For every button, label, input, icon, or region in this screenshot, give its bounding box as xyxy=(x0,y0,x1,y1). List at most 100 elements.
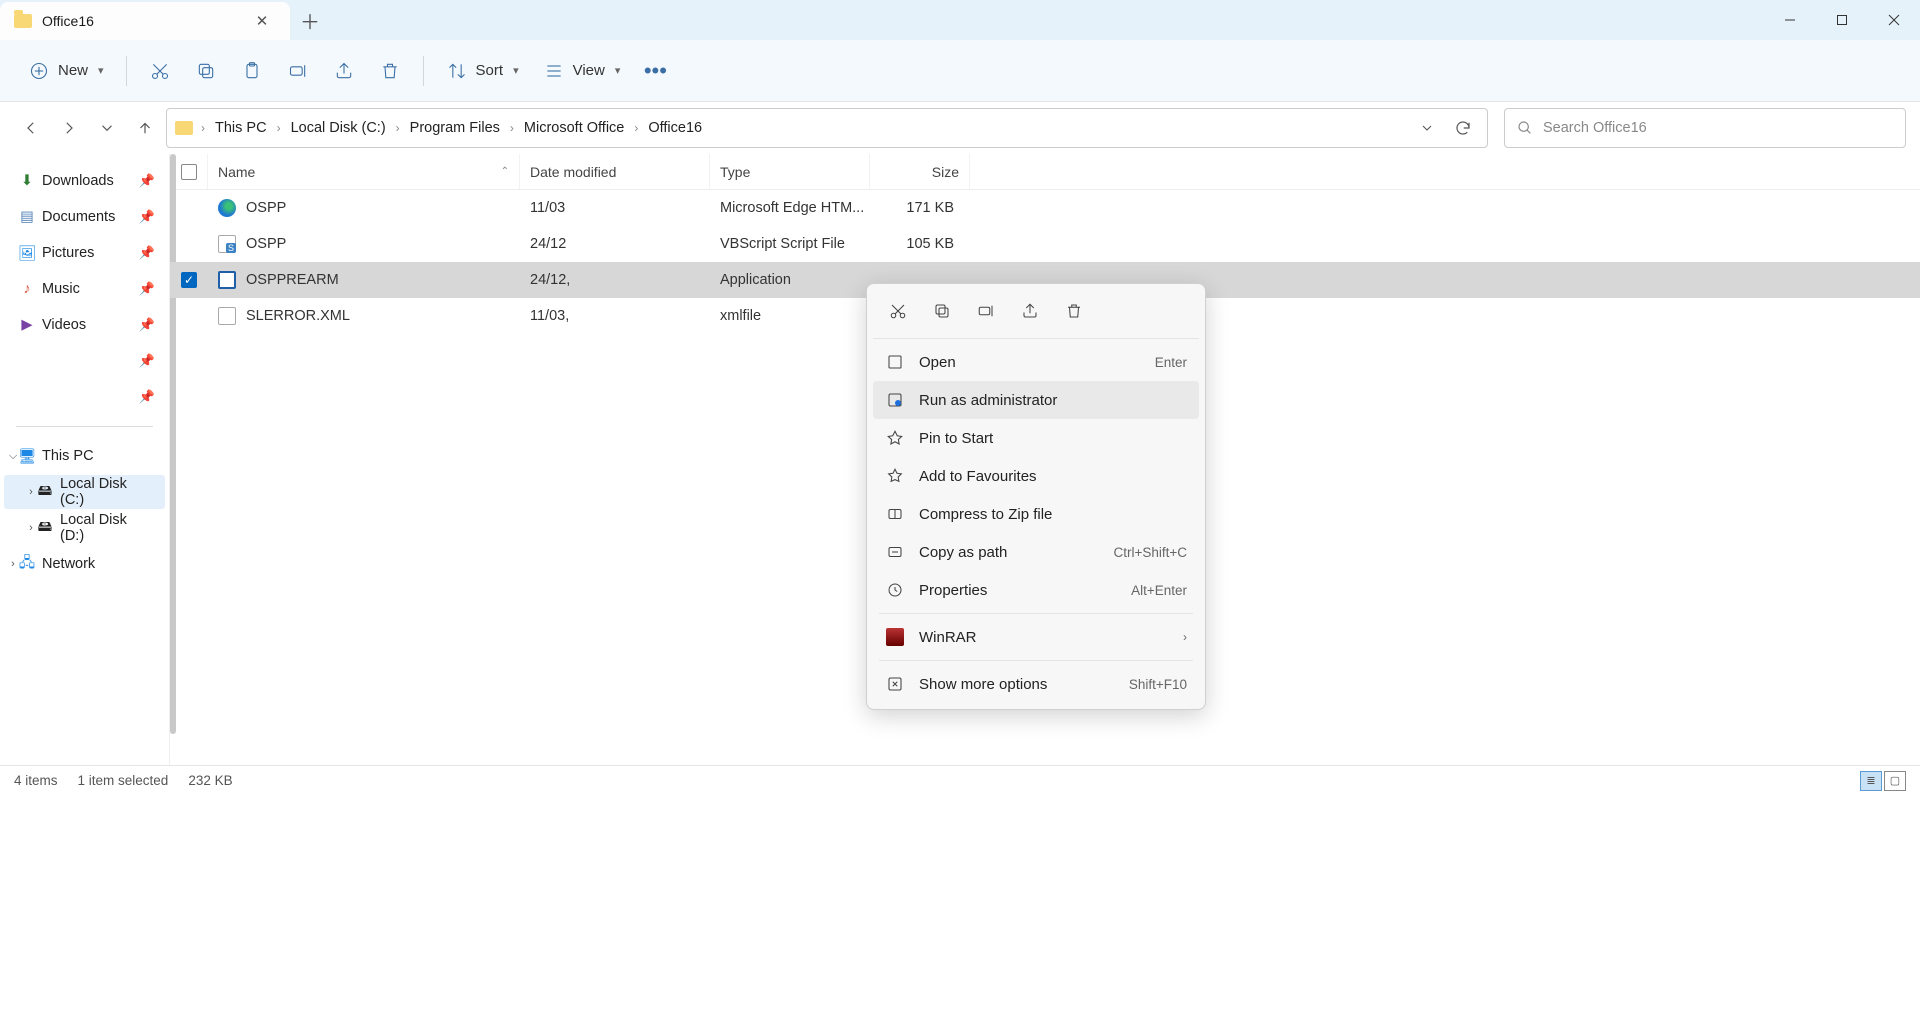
file-row[interactable]: OSPP11/03Microsoft Edge HTM...171 KB xyxy=(170,190,1920,226)
pin-icon xyxy=(885,428,905,448)
column-date[interactable]: Date modified xyxy=(520,154,710,189)
file-row[interactable]: OSPP24/12VBScript Script File105 KB xyxy=(170,226,1920,262)
details-view-button[interactable]: ≣ xyxy=(1860,771,1882,791)
search-icon xyxy=(1517,120,1533,136)
window-tab[interactable]: Office16 ✕ xyxy=(0,2,290,40)
share-button[interactable] xyxy=(323,51,365,91)
breadcrumb[interactable]: Program Files xyxy=(404,116,506,140)
ctx-cut-button[interactable] xyxy=(881,294,915,328)
column-type[interactable]: Type xyxy=(710,154,870,189)
close-button[interactable] xyxy=(1868,0,1920,40)
music-icon: ♪ xyxy=(18,280,36,298)
rename-button[interactable] xyxy=(277,51,319,91)
search-box[interactable] xyxy=(1504,108,1906,148)
thumbnails-view-button[interactable]: ▢ xyxy=(1884,771,1906,791)
sort-button[interactable]: Sort ▾ xyxy=(436,51,529,91)
ctx-item-label: Open xyxy=(919,354,1141,371)
ctx-item-path[interactable]: Copy as pathCtrl+Shift+C xyxy=(873,533,1199,571)
view-button[interactable]: View ▾ xyxy=(533,51,631,91)
breadcrumb[interactable]: This PC xyxy=(209,116,273,140)
up-button[interactable] xyxy=(128,111,162,145)
ctx-item-pin[interactable]: Pin to Start xyxy=(873,419,1199,457)
ctx-rename-button[interactable] xyxy=(969,294,1003,328)
more-icon xyxy=(885,674,905,694)
sort-label: Sort xyxy=(476,62,504,79)
chevron-right-icon: › xyxy=(510,121,514,135)
tab-add-button[interactable]: ＋ xyxy=(290,0,330,40)
pin-icon: 📌 xyxy=(139,209,155,225)
search-input[interactable] xyxy=(1543,120,1893,136)
chevron-down-icon: ▾ xyxy=(513,64,519,77)
context-quick-actions xyxy=(873,290,1199,339)
sidebar-item-downloads[interactable]: ⬇Downloads📌 xyxy=(4,164,165,198)
file-type: Application xyxy=(710,272,870,288)
chevron-down-icon: ▾ xyxy=(98,64,104,77)
sidebar-item-network[interactable]: ›🖧Network xyxy=(4,547,165,581)
cut-button[interactable] xyxy=(139,51,181,91)
winrar-icon xyxy=(885,627,905,647)
ctx-delete-button[interactable] xyxy=(1057,294,1091,328)
status-selected: 1 item selected xyxy=(78,773,169,788)
column-name[interactable]: Name⌃ xyxy=(208,154,520,189)
tab-close-button[interactable]: ✕ xyxy=(248,7,276,35)
back-button[interactable] xyxy=(14,111,48,145)
ctx-item-shield[interactable]: Run as administrator xyxy=(873,381,1199,419)
pin-icon: 📌 xyxy=(139,353,155,369)
file-date: 24/12 xyxy=(520,236,710,252)
network-icon: 🖧 xyxy=(18,555,36,573)
pin-icon: 📌 xyxy=(139,173,155,189)
breadcrumb[interactable]: Microsoft Office xyxy=(518,116,630,140)
more-button[interactable]: ••• xyxy=(634,51,676,91)
chevron-right-icon: › xyxy=(277,121,281,135)
breadcrumb[interactable]: Local Disk (C:) xyxy=(285,116,392,140)
file-name: OSPP xyxy=(246,200,286,216)
sidebar-item-documents[interactable]: ▤Documents📌 xyxy=(4,200,165,234)
paste-button[interactable] xyxy=(231,51,273,91)
forward-button[interactable] xyxy=(52,111,86,145)
address-dropdown[interactable] xyxy=(1411,112,1443,144)
ctx-item-star[interactable]: Add to Favourites xyxy=(873,457,1199,495)
new-button[interactable]: New ▾ xyxy=(18,51,114,91)
chevron-right-icon: › xyxy=(396,121,400,135)
checkbox-checked-icon[interactable]: ✓ xyxy=(181,272,197,288)
file-icon xyxy=(218,235,236,253)
sidebar-item-pinned[interactable]: 📌 xyxy=(4,380,165,414)
ctx-item-label: Show more options xyxy=(919,676,1115,693)
sidebar-item-disk-c[interactable]: ›🖴Local Disk (C:) xyxy=(4,475,165,509)
sidebar-item-disk-d[interactable]: ›🖴Local Disk (D:) xyxy=(4,511,165,545)
window-controls xyxy=(1764,0,1920,40)
share-icon xyxy=(333,60,355,82)
address-bar[interactable]: › This PC › Local Disk (C:) › Program Fi… xyxy=(166,108,1488,148)
sidebar-item-this-pc[interactable]: ⌵🖥This PC xyxy=(4,439,165,473)
maximize-button[interactable] xyxy=(1816,0,1868,40)
ctx-item-winrar[interactable]: WinRAR› xyxy=(873,618,1199,656)
chevron-right-icon: › xyxy=(201,121,205,135)
download-icon: ⬇ xyxy=(18,172,36,190)
clipboard-icon xyxy=(241,60,263,82)
pictures-icon: 🖼 xyxy=(18,244,36,262)
status-count: 4 items xyxy=(14,773,58,788)
sidebar-item-pictures[interactable]: 🖼Pictures📌 xyxy=(4,236,165,270)
sidebar-item-pinned[interactable]: 📌 xyxy=(4,344,165,378)
file-icon xyxy=(218,307,236,325)
ctx-share-button[interactable] xyxy=(1013,294,1047,328)
copy-button[interactable] xyxy=(185,51,227,91)
ctx-item-more[interactable]: Show more optionsShift+F10 xyxy=(873,665,1199,703)
breadcrumb[interactable]: Office16 xyxy=(642,116,708,140)
disk-icon: 🖴 xyxy=(36,519,54,537)
sidebar-item-music[interactable]: ♪Music📌 xyxy=(4,272,165,306)
chevron-right-icon: › xyxy=(1183,630,1187,644)
file-name: OSPP xyxy=(246,236,286,252)
ctx-copy-button[interactable] xyxy=(925,294,959,328)
ctx-item-open[interactable]: OpenEnter xyxy=(873,343,1199,381)
ctx-item-zip[interactable]: Compress to Zip file xyxy=(873,495,1199,533)
minimize-button[interactable] xyxy=(1764,0,1816,40)
column-size[interactable]: Size xyxy=(870,154,970,189)
sidebar: ⬇Downloads📌 ▤Documents📌 🖼Pictures📌 ♪Musi… xyxy=(0,154,170,765)
delete-button[interactable] xyxy=(369,51,411,91)
ctx-item-props[interactable]: PropertiesAlt+Enter xyxy=(873,571,1199,609)
trash-icon xyxy=(379,60,401,82)
recent-button[interactable] xyxy=(90,111,124,145)
refresh-button[interactable] xyxy=(1447,112,1479,144)
sidebar-item-videos[interactable]: ▶Videos📌 xyxy=(4,308,165,342)
